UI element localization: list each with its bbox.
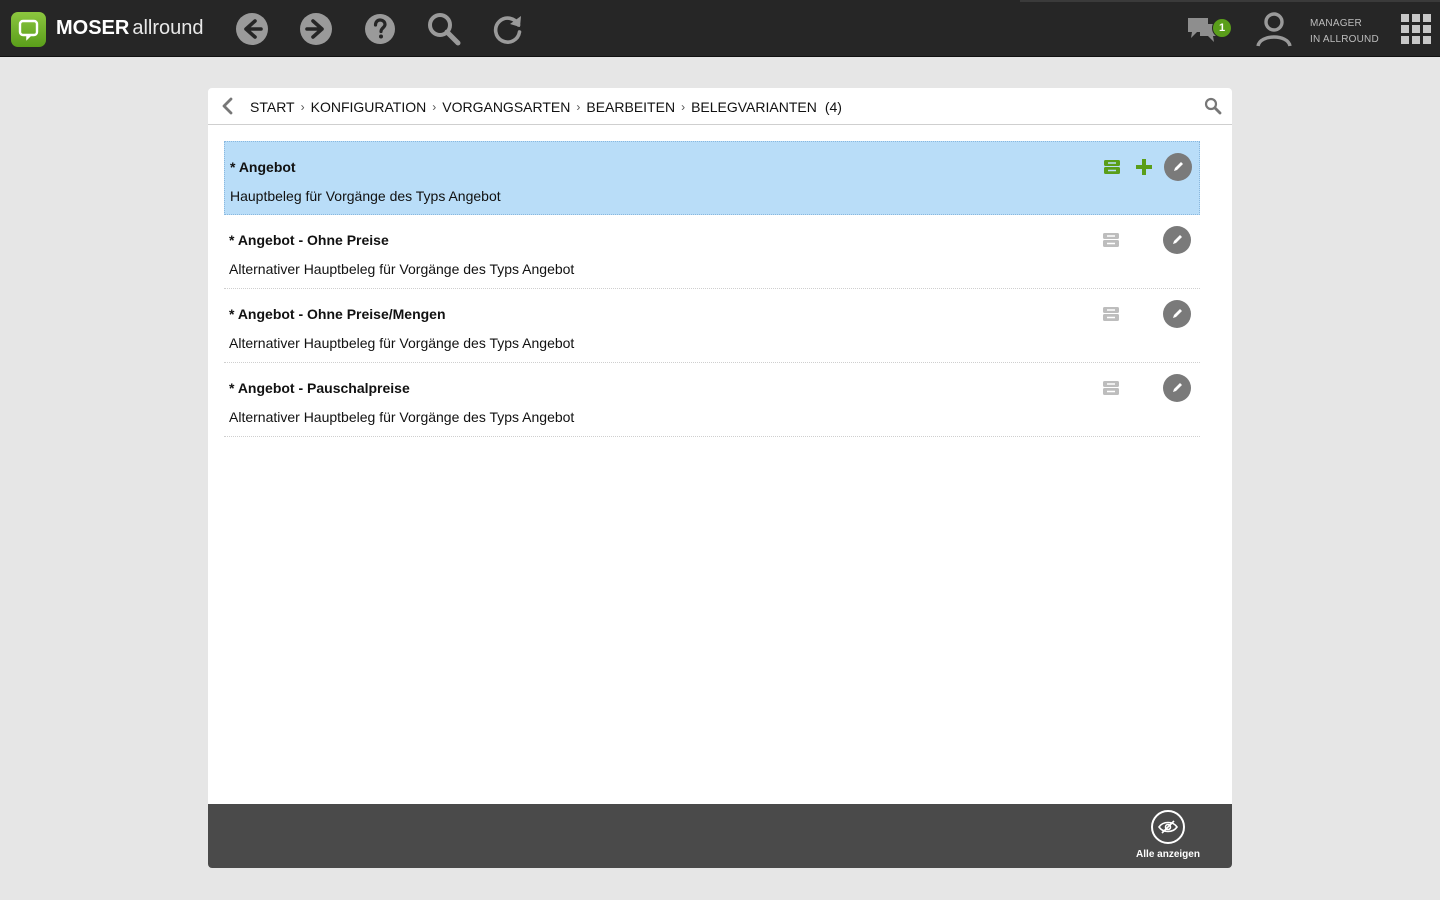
list-item-description: Alternativer Hauptbeleg für Vorgänge des… <box>229 409 575 425</box>
help-icon[interactable] <box>362 11 398 47</box>
breadcrumb-start[interactable]: START <box>250 99 295 115</box>
search-icon[interactable] <box>426 11 462 47</box>
edit-icon[interactable] <box>1164 153 1192 181</box>
panel-footer: Alle anzeigen <box>208 804 1232 868</box>
archive-icon[interactable] <box>1102 157 1122 177</box>
user-avatar-icon[interactable] <box>1254 10 1294 48</box>
breadcrumb-separator: › <box>576 100 581 114</box>
user-role: MANAGER <box>1310 18 1362 29</box>
archive-icon[interactable] <box>1101 304 1121 324</box>
list-item-title: * Angebot - Pauschalpreise <box>229 380 410 396</box>
edit-icon[interactable] <box>1163 300 1191 328</box>
top-accent-line <box>1020 0 1440 2</box>
show-all-button[interactable]: Alle anzeigen <box>1136 810 1200 866</box>
breadcrumb-konfiguration[interactable]: KONFIGURATION <box>311 99 427 115</box>
document-variant-list: * Angebot Hauptbeleg für Vorgänge des Ty… <box>224 141 1200 437</box>
list-item-title: * Angebot - Ohne Preise/Mengen <box>229 306 446 322</box>
archive-icon[interactable] <box>1101 230 1121 250</box>
edit-icon[interactable] <box>1163 374 1191 402</box>
search-icon[interactable] <box>1204 97 1222 115</box>
arrow-left-icon[interactable] <box>234 11 270 47</box>
list-item-description: Alternativer Hauptbeleg für Vorgänge des… <box>229 335 575 351</box>
breadcrumb-vorgangsarten[interactable]: VORGANGSARTEN <box>442 99 570 115</box>
breadcrumb-bearbeiten[interactable]: BEARBEITEN <box>586 99 675 115</box>
breadcrumb-belegvarianten: BELEGVARIANTEN <box>691 99 817 115</box>
list-item[interactable]: * Angebot - Ohne Preise Alternativer Hau… <box>224 215 1200 289</box>
list-item-title: * Angebot <box>230 159 296 175</box>
brand-name-bold: MOSER <box>56 17 130 39</box>
show-all-label: Alle anzeigen <box>1136 849 1200 860</box>
breadcrumb-separator: › <box>432 100 437 114</box>
plus-icon[interactable] <box>1133 156 1155 178</box>
arrow-right-icon[interactable] <box>298 11 334 47</box>
eye-hidden-icon <box>1151 810 1185 844</box>
user-context: IN ALLROUND <box>1310 34 1379 45</box>
list-item-description: Hauptbeleg für Vorgänge des Typs Angebot <box>230 188 501 204</box>
list-item[interactable]: * Angebot - Pauschalpreise Alternativer … <box>224 363 1200 437</box>
main-panel: START › KONFIGURATION › VORGANGSARTEN › … <box>208 88 1232 868</box>
breadcrumb-bar: START › KONFIGURATION › VORGANGSARTEN › … <box>208 88 1232 125</box>
apps-grid-icon[interactable] <box>1401 14 1431 44</box>
top-bar: MOSER allround 1 MANAGER IN ALLROUND <box>0 0 1440 57</box>
list-item-title: * Angebot - Ohne Preise <box>229 232 389 248</box>
list-item-description: Alternativer Hauptbeleg für Vorgänge des… <box>229 261 575 277</box>
brand-name-light: allround <box>132 17 204 39</box>
breadcrumb-separator: › <box>300 100 305 114</box>
list-item[interactable]: * Angebot Hauptbeleg für Vorgänge des Ty… <box>224 141 1200 215</box>
app-brand: MOSER allround <box>56 17 204 40</box>
list-item[interactable]: * Angebot - Ohne Preise/Mengen Alternati… <box>224 289 1200 363</box>
chevron-left-icon[interactable] <box>220 97 236 115</box>
breadcrumb-count: (4) <box>824 99 842 115</box>
breadcrumb-separator: › <box>681 100 686 114</box>
app-logo-icon[interactable] <box>11 12 46 47</box>
edit-icon[interactable] <box>1163 226 1191 254</box>
user-info[interactable]: MANAGER IN ALLROUND <box>1310 16 1379 48</box>
breadcrumb: START › KONFIGURATION › VORGANGSARTEN › … <box>250 99 842 115</box>
messages-badge: 1 <box>1212 18 1232 38</box>
messages-icon[interactable]: 1 <box>1186 14 1234 46</box>
refresh-icon[interactable] <box>490 11 526 47</box>
archive-icon[interactable] <box>1101 378 1121 398</box>
